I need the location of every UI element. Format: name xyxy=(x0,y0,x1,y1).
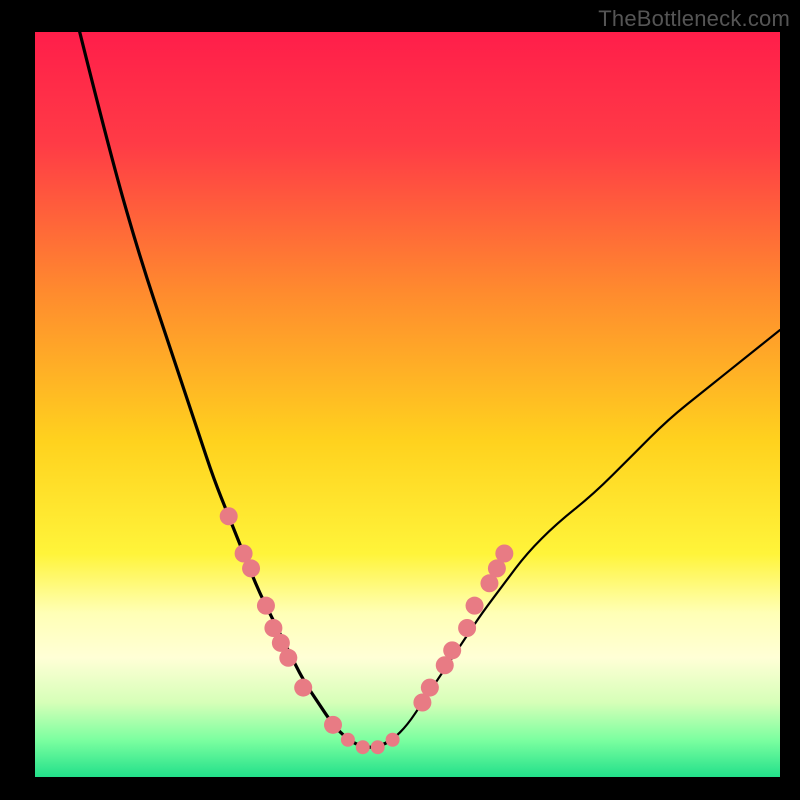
data-marker xyxy=(371,740,385,754)
data-marker xyxy=(341,733,355,747)
bottleneck-chart xyxy=(35,32,780,777)
data-marker xyxy=(294,679,312,697)
data-marker xyxy=(386,733,400,747)
plot-area xyxy=(35,32,780,777)
data-marker xyxy=(458,619,476,637)
data-marker xyxy=(421,679,439,697)
watermark-text: TheBottleneck.com xyxy=(598,6,790,32)
data-marker xyxy=(495,545,513,563)
data-marker xyxy=(242,559,260,577)
chart-frame: TheBottleneck.com xyxy=(0,0,800,800)
data-marker xyxy=(324,716,342,734)
gradient-background xyxy=(35,32,780,777)
data-marker xyxy=(466,597,484,615)
data-marker xyxy=(356,740,370,754)
data-marker xyxy=(257,597,275,615)
data-marker xyxy=(220,507,238,525)
data-marker xyxy=(443,641,461,659)
data-marker xyxy=(279,649,297,667)
